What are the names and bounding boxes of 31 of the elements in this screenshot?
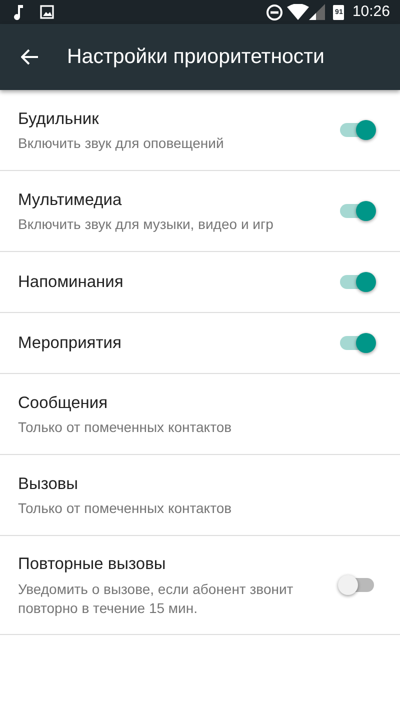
setting-row[interactable]: Вызовы Только от помеченных контактов [0,455,400,536]
toggle-switch[interactable] [338,118,378,142]
signal-icon [309,4,326,20]
setting-description: Включить звук для оповещений [18,134,225,154]
back-button[interactable] [21,49,39,65]
toggle-switch[interactable] [338,199,378,223]
setting-title: Мероприятия [18,332,122,354]
wifi-icon [287,4,310,20]
setting-description: Включить звук для музыки, видео и игр [18,215,274,234]
setting-row[interactable]: Мультимедиа Включить звук для музыки, видео и игр [0,171,400,252]
clock-time: 10:26 [352,2,390,22]
music-note-icon [14,4,24,20]
setting-title: Повторные вызовы [18,554,167,575]
image-icon [40,5,54,19]
setting-title: Будильник [18,108,100,130]
toggle-switch[interactable] [338,270,378,294]
setting-title: Мультимедиа [18,190,123,211]
setting-row[interactable]: Мероприятия [0,313,400,374]
setting-description: Только от помеченных контактов [18,499,233,518]
do-not-disturb-icon [266,4,284,20]
setting-description: Только от помеченных контактов [18,418,233,438]
setting-row[interactable]: Повторные вызовы Уведомить о вызове, если абонент звонит повторно в течение 15 мин. [0,536,400,635]
setting-row[interactable]: Будильник Включить звук для оповещений [0,90,400,171]
setting-row[interactable]: Сообщения Только от помеченных контактов [0,374,400,455]
setting-description: Уведомить о вызове, если абонент звонит повторно в течение 15 мин. [18,580,294,618]
setting-title: Напоминания [18,272,124,293]
screen-title: Настройки приоритетности [67,44,325,70]
setting-title: Вызовы [18,474,80,495]
setting-row[interactable]: Напоминания [0,252,400,313]
toggle-switch[interactable] [338,331,378,355]
setting-title: Сообщения [18,392,109,414]
